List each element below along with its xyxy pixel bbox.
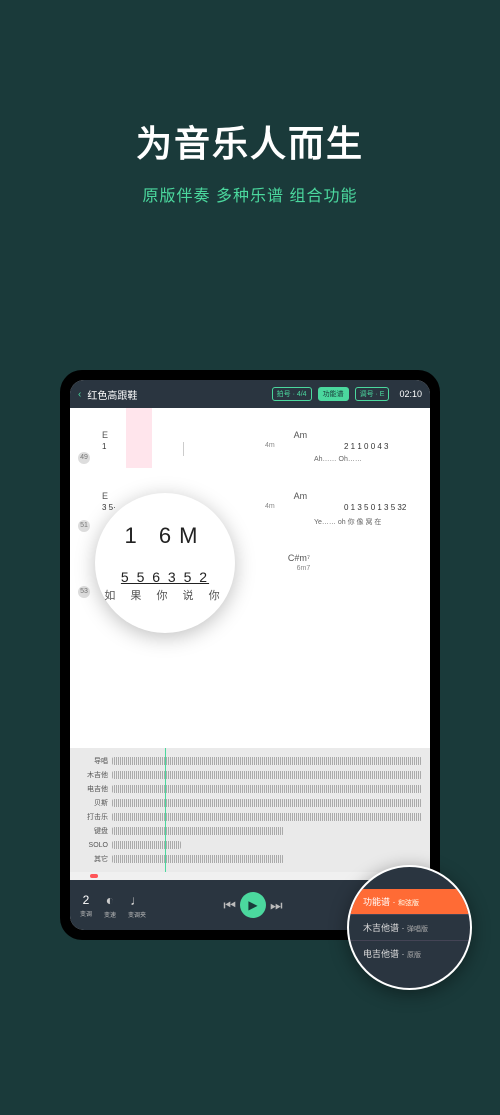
track-row[interactable]: 打击乐 [78,810,422,824]
gauge-icon: ◐ [106,892,114,908]
track-row[interactable]: 键盘 [78,824,422,838]
play-icon: ▶ [248,898,257,912]
zoom-lyrics: 如 果 你 说 你 [104,587,225,603]
hero-headline: 为音乐人而生 [0,115,500,167]
zoom-notes-mid: 5 5 6 3 5 2 [121,569,209,585]
bar-number-53: 53 [78,586,90,598]
tempo-control[interactable]: ◐ 变速 [100,892,120,919]
badge-sheet-type[interactable]: 功能谱 [318,387,349,401]
next-icon[interactable]: ⏭ [270,897,283,914]
badge-time-sig[interactable]: 拍号 · 4/4 [272,387,312,401]
playhead-stripe [126,408,152,468]
sheet-option[interactable]: 功能谱 · 和弦版 [349,889,470,914]
track-row[interactable]: 导唱 [78,754,422,768]
app-screen: ‹ 红色高跟鞋 拍号 · 4/4 功能谱 调号 · E 02:10 E Am 4… [70,380,430,930]
tablet-frame: ‹ 红色高跟鞋 拍号 · 4/4 功能谱 调号 · E 02:10 E Am 4… [60,370,440,940]
time-display: 02:10 [399,389,422,399]
track-row[interactable]: 木吉他 [78,768,422,782]
track-row[interactable]: 贝斯 [78,796,422,810]
song-title: 红色高跟鞋 [87,387,265,402]
back-icon[interactable]: ‹ [78,389,81,400]
zoom-notes-top: 1 6M [125,523,206,549]
tracks-panel: 导唱 木吉他 电吉他 贝斯 打击乐 键盘 SOLO 其它 [70,748,430,872]
capo-control[interactable]: ♩ 变调夹 [124,892,150,919]
sheet-picker-popup: 功能谱 · 和弦版 木吉他谱 · 弹唱版 电吉他谱 · 原版 [347,865,472,990]
bar-number-49: 49 [78,452,90,464]
top-bar: ‹ 红色高跟鞋 拍号 · 4/4 功能谱 调号 · E 02:10 [70,380,430,408]
badge-key[interactable]: 调号 · E [355,387,390,401]
bar-number-51: 51 [78,520,90,532]
chord-row-3: E Am [80,491,420,501]
transpose-control[interactable]: 2 变调 [76,893,96,918]
track-row[interactable]: SOLO [78,838,422,852]
play-button[interactable]: ▶ [240,892,266,918]
sheet-option[interactable]: 电吉他谱 · 原版 [349,940,470,966]
track-playhead[interactable] [165,748,166,872]
track-row[interactable]: 电吉他 [78,782,422,796]
capo-icon: ♩ [130,892,144,908]
prev-icon[interactable]: ⏮ [223,897,236,914]
sheet-option[interactable]: 木吉他谱 · 弹唱版 [349,914,470,940]
track-row[interactable]: 其它 [78,852,422,866]
zoom-magnifier: 1 6M 5 5 6 3 5 2 如 果 你 说 你 [95,493,235,633]
hero-subheadline: 原版伴奏 多种乐谱 组合功能 [0,182,500,206]
score-area[interactable]: E Am 49 1 4m 2 1 1 0 0 4 3 Ah…… Oh…… E A… [70,408,430,748]
